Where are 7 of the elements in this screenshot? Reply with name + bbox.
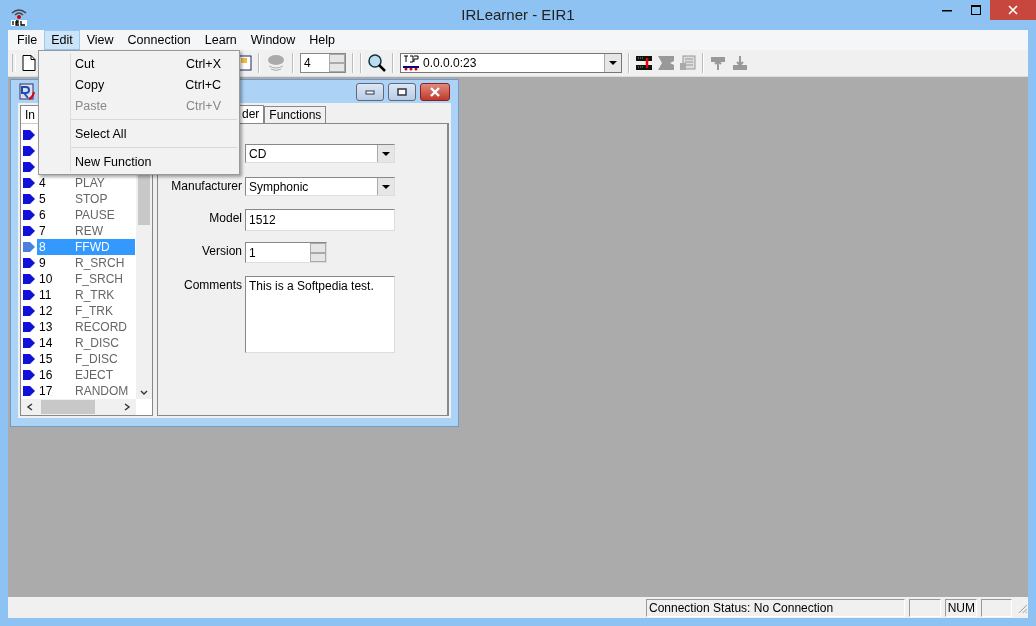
field-label: Manufacturer — [171, 179, 242, 195]
field-label: Version — [201, 244, 242, 260]
num-lock-indicator: NUM — [944, 598, 977, 617]
field-label: Comments — [184, 278, 242, 294]
field-label: Model — [209, 211, 242, 227]
connection-status: Connection Status: No Connection — [646, 598, 906, 617]
window-title: IRLearner - EIR1 — [461, 6, 575, 23]
